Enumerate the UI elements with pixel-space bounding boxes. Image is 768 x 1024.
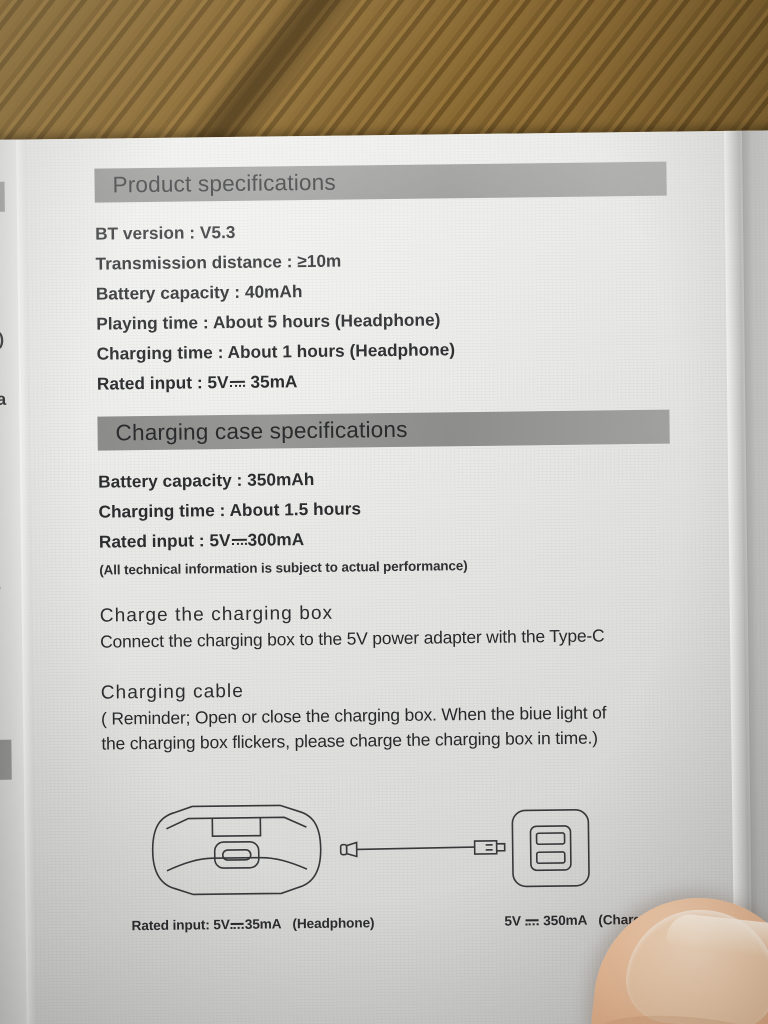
photo-scene: ) ea e Product specifications BT version… xyxy=(0,0,768,1024)
section-header-product-specifications: Product specifications xyxy=(94,161,667,203)
rated-input-voltage: 5V xyxy=(207,372,229,393)
block-charging-cable: Charging cable ( Reminder; Open or close… xyxy=(101,674,682,757)
dc-symbol-icon xyxy=(231,536,246,547)
dc-symbol-icon xyxy=(230,378,245,389)
caption-label: Rated input: xyxy=(131,917,214,934)
caption-headphone: Rated input: 5V 35mA (Headphone) xyxy=(132,915,375,933)
usb-wall-adapter-illustration xyxy=(511,809,590,888)
dc-symbol-icon xyxy=(231,920,244,930)
rated-input-current: 35mA xyxy=(245,371,298,392)
rated-input-current: 300mA xyxy=(247,529,305,550)
gutter-fragment-ea: ea xyxy=(0,389,7,409)
rated-input-label: Rated input : xyxy=(98,530,210,552)
facing-page-header-bar-top xyxy=(0,181,5,212)
rated-input-voltage: 5V xyxy=(209,529,231,551)
section-header-charging-case-specifications: Charging case specifications xyxy=(97,409,670,451)
page-content: Product specifications BT version : V5.3… xyxy=(94,161,682,757)
thumbnail-highlight xyxy=(665,912,768,961)
block-charge-the-charging-box: Charge the charging box Connect the char… xyxy=(100,597,681,655)
manual-page: ) ea e Product specifications BT version… xyxy=(0,130,768,1024)
charging-case-illustration xyxy=(151,804,322,896)
usb-cable-illustration xyxy=(339,839,506,858)
spec-rated-input: Rated input : 5V 35mA xyxy=(97,362,677,399)
dc-symbol-icon xyxy=(525,916,538,926)
section-title: Charging case specifications xyxy=(115,416,408,446)
section-title: Product specifications xyxy=(112,169,336,198)
caption-current: 350mA xyxy=(539,912,588,929)
caption-voltage: 5V xyxy=(213,917,230,933)
caption-current: 35mA xyxy=(244,916,282,932)
charging-diagram xyxy=(140,787,601,913)
fineprint-disclaimer: (All technical information is subject to… xyxy=(99,558,468,578)
caption-device: (Headphone) xyxy=(292,915,375,932)
thumbnail xyxy=(621,902,768,1024)
case-rated-input: Rated input : 5V 300mA xyxy=(99,520,679,557)
facing-page-header-bar-bottom xyxy=(0,739,12,780)
rated-input-label: Rated input : xyxy=(96,372,208,394)
caption-voltage: 5V xyxy=(504,913,521,929)
gutter-fragment-paren: ) xyxy=(0,329,5,349)
